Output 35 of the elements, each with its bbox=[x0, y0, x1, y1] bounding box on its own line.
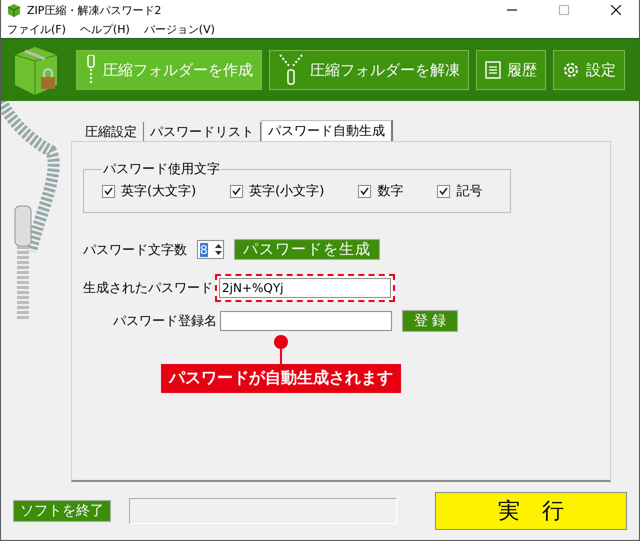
checkbox[interactable] bbox=[230, 184, 244, 198]
checkbox[interactable] bbox=[102, 184, 115, 198]
register-name-label: パスワード登録名 bbox=[113, 313, 217, 330]
generated-label: 生成されたパスワード bbox=[83, 280, 213, 297]
checkbox-label: 英字(小文字) bbox=[249, 183, 324, 200]
menu-item[interactable]: ヘルプ(H) bbox=[80, 22, 130, 36]
zipper-icon bbox=[85, 55, 97, 85]
toolbar-button[interactable]: 履歴 bbox=[476, 50, 546, 90]
app-icon bbox=[7, 3, 21, 17]
register-button[interactable]: 登 録 bbox=[402, 310, 458, 332]
toolbar-button[interactable]: 圧縮フォルダーを解凍 bbox=[269, 50, 469, 90]
generate-button[interactable]: パスワードを生成 bbox=[234, 239, 380, 260]
quit-button[interactable]: ソフトを終了 bbox=[13, 500, 111, 522]
group-title: パスワード使用文字 bbox=[102, 161, 221, 178]
generated-password-field[interactable]: 2jN+%QYj bbox=[219, 278, 391, 298]
close-icon[interactable] bbox=[611, 5, 621, 15]
pointer-line bbox=[273, 334, 289, 364]
menu-item[interactable]: バージョン(V) bbox=[144, 22, 215, 36]
checkbox-label: 数字 bbox=[377, 183, 404, 200]
menu-item[interactable]: ファイル(F) bbox=[7, 22, 66, 36]
tab[interactable]: パスワード自動生成 bbox=[261, 120, 393, 141]
callout-label: パスワードが自動生成されます bbox=[161, 364, 401, 393]
toolbar-button[interactable]: 設定 bbox=[553, 50, 625, 90]
checkbox-label: 記号 bbox=[456, 183, 482, 200]
list-icon bbox=[485, 61, 501, 79]
window-title: ZIP圧縮・解凍パスワード2 bbox=[27, 2, 162, 18]
run-button[interactable]: 実 行 bbox=[435, 492, 627, 530]
register-name-field[interactable] bbox=[220, 311, 392, 331]
length-label: パスワード文字数 bbox=[83, 242, 187, 258]
checkbox[interactable] bbox=[358, 184, 372, 198]
length-spinner[interactable]: 8 bbox=[197, 240, 224, 259]
checkbox-label: 英字(大文字) bbox=[121, 183, 196, 200]
settings-icon bbox=[562, 61, 580, 79]
checkbox[interactable] bbox=[437, 184, 450, 198]
open-zipper-icon bbox=[278, 54, 304, 86]
